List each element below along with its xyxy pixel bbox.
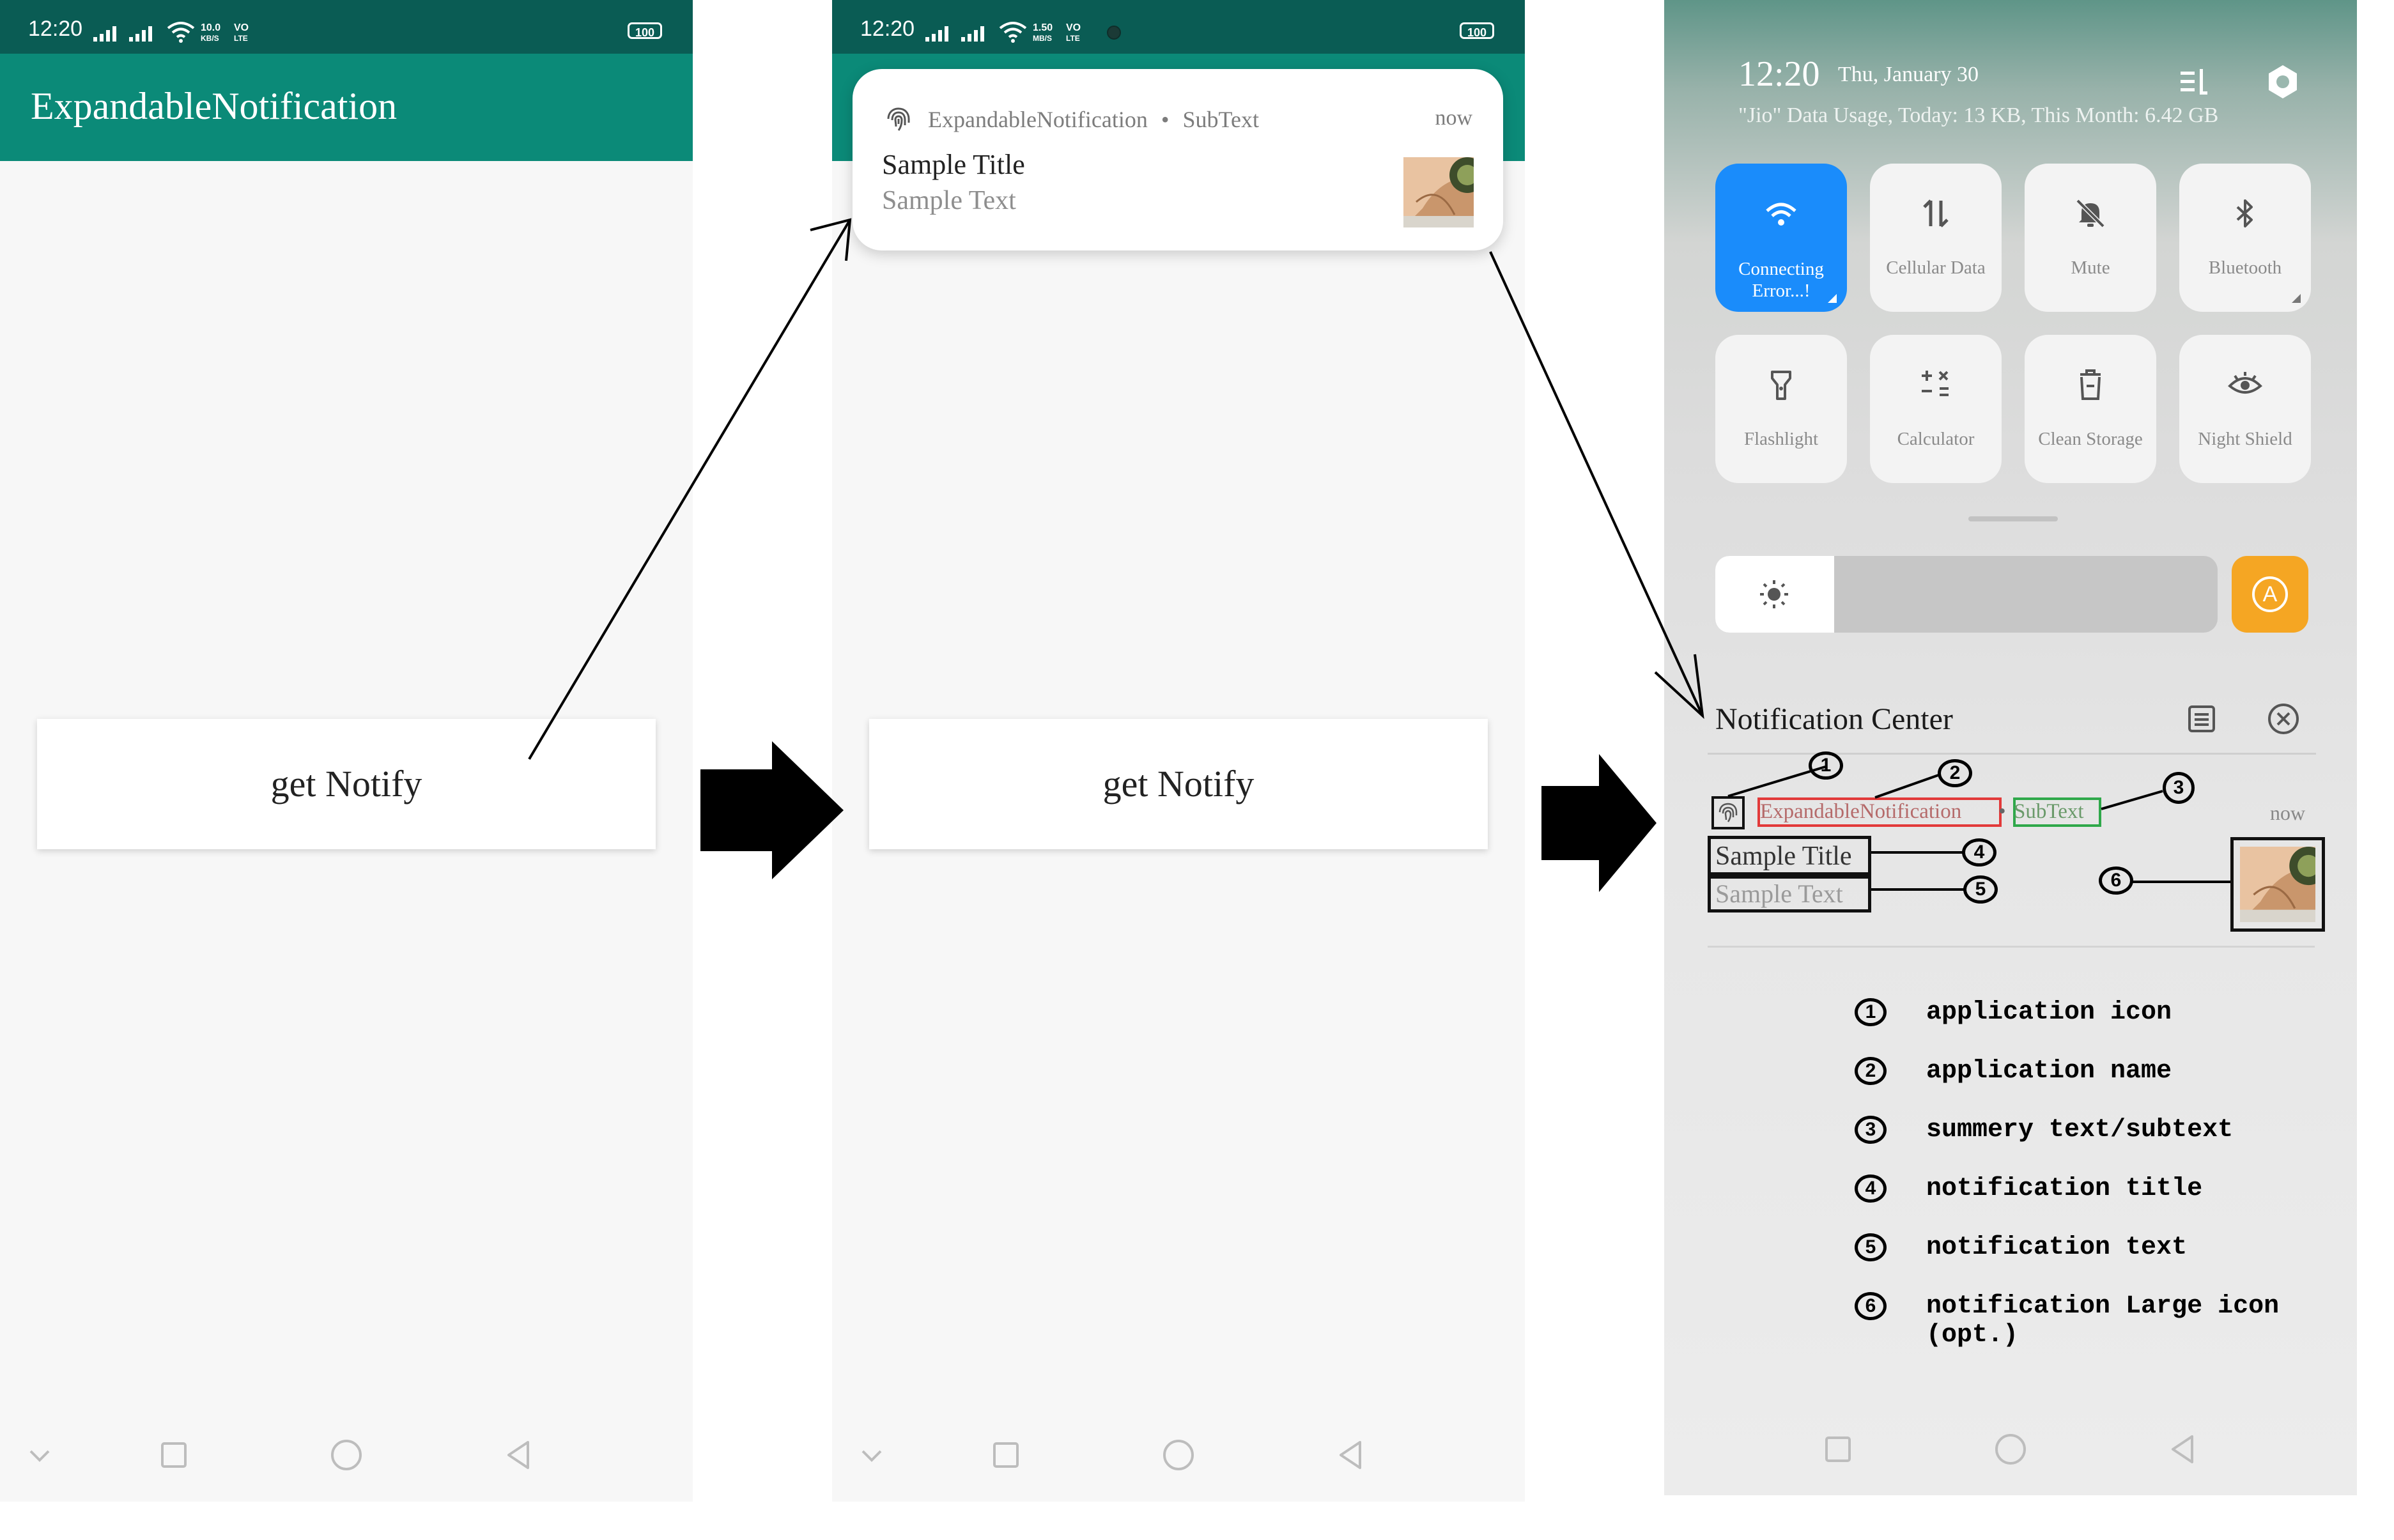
legend-label: application icon [1926,998,2172,1027]
volte-badge: VO LTE [1066,22,1081,43]
legend-label: notification text [1926,1233,2188,1262]
legend-number: 6 [1855,1292,1887,1320]
notification-title: Sample Title [882,149,1025,180]
annotation-number: 4 [1962,838,1996,866]
hide-nav-icon[interactable] [19,1435,60,1475]
annotation-lines [1727,766,2230,891]
legend-number: 4 [1855,1174,1887,1203]
battery-icon: 100 [1460,22,1494,39]
status-time: 12:20 [860,17,915,41]
recents-icon[interactable] [153,1435,194,1475]
status-bar: 12:20 1.50 MB/S VO LTE 100 [832,0,1525,54]
legend-label: summery text/subtext [1926,1116,2234,1144]
hide-nav-icon[interactable] [851,1435,892,1475]
nav-bar [832,1422,1525,1486]
nav-bar [1664,1422,2357,1486]
net-speed: 10.0 KB/S [201,22,221,43]
battery-icon: 100 [628,22,662,39]
legend-label: notification title [1926,1174,2203,1203]
fingerprint-icon [887,107,910,131]
notification-text: Sample Text [882,186,1016,215]
home-icon[interactable] [326,1435,367,1475]
get-notify-button[interactable]: get Notify [869,719,1488,849]
notification-time: now [1435,106,1472,130]
right-arrow-icon [700,741,844,879]
legend-number: 1 [1855,998,1887,1026]
signal-icon [93,26,152,42]
heads-up-notification[interactable]: ExpandableNotification • SubText now Sam… [853,69,1503,250]
screen-app: 12:20 10.0 KB/S VO LTE 100 ExpandableNotif… [0,0,693,1502]
back-icon[interactable] [2163,1429,2204,1470]
net-speed: 1.50 MB/S [1033,22,1053,43]
get-notify-button[interactable]: get Notify [37,719,656,849]
back-icon[interactable] [1331,1435,1371,1475]
volte-badge: VO LTE [234,22,249,43]
notification-app-name: ExpandableNotification • SubText [928,107,1259,132]
wifi-status-icon [167,22,195,43]
annotation-number: 5 [1963,875,1998,904]
notification-large-icon [1403,157,1474,227]
notification-subtext: SubText [1182,107,1259,132]
annotation-number: 6 [2099,866,2133,895]
app-title: ExpandableNotification [31,85,398,127]
legend-label: notification Large icon (opt.) [1926,1292,2280,1350]
status-time: 12:20 [28,17,83,41]
status-bar: 12:20 10.0 KB/S VO LTE 100 [0,0,693,54]
recents-icon[interactable] [1818,1429,1858,1470]
annotation-number: 2 [1938,759,1972,787]
annotation-number: 3 [2163,772,2195,804]
notification-dot-icon [1107,26,1121,40]
legend-label: application name [1926,1057,2172,1086]
app-bar: ExpandableNotification [0,54,693,161]
nav-bar [0,1422,693,1486]
home-icon[interactable] [1990,1429,2031,1470]
signal-icon [925,26,984,42]
right-arrow-icon [1541,754,1656,892]
legend-number: 2 [1855,1057,1887,1085]
legend-number: 5 [1855,1233,1887,1261]
wifi-status-icon [999,22,1027,43]
legend-number: 3 [1855,1116,1887,1144]
annotation-number: 1 [1809,751,1843,780]
home-icon[interactable] [1158,1435,1199,1475]
control-center: 12:20 Thu, January 30 "Jio" Data Usage, … [1664,0,2357,1495]
recents-icon[interactable] [985,1435,1026,1475]
back-icon[interactable] [498,1435,539,1475]
